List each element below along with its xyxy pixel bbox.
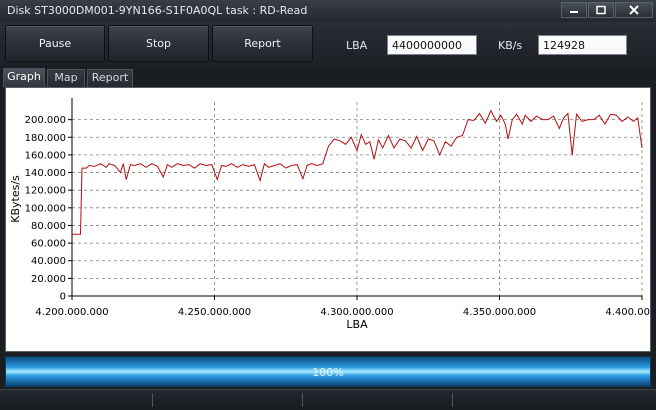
x-tick-label: 4.250.000.000 xyxy=(178,307,251,318)
y-tick-label: 160.000 xyxy=(25,150,66,161)
status-separator xyxy=(302,393,303,407)
progress-bar: 100% xyxy=(5,356,651,387)
tab-map[interactable]: Map xyxy=(47,69,85,87)
y-tick-label: 120.000 xyxy=(25,186,66,197)
graph-panel: 0 20.000 40.000 60.000 80.000 100.000 120.000 1… xyxy=(5,87,651,352)
lba-field[interactable] xyxy=(387,35,477,55)
x-tick-label: 4.350.000.000 xyxy=(463,307,536,318)
y-axis-label: KBytes/s xyxy=(9,175,22,223)
close-icon[interactable] xyxy=(615,2,653,18)
stop-button[interactable]: Stop xyxy=(108,25,209,62)
report-button[interactable]: Report xyxy=(212,25,313,62)
x-tick-label: 4.200.000.000 xyxy=(35,307,108,318)
tab-graph[interactable]: Graph xyxy=(3,68,45,87)
kbs-field[interactable] xyxy=(538,35,627,55)
y-tick-label: 200.000 xyxy=(25,115,66,126)
tab-report[interactable]: Report xyxy=(87,69,133,87)
toolbar: Pause Stop Report LBA KB/s xyxy=(0,22,656,67)
y-tick-label: 20.000 xyxy=(31,274,66,285)
tab-strip: Graph Map Report xyxy=(0,68,656,87)
pause-button[interactable]: Pause xyxy=(5,25,105,62)
kbs-label: KB/s xyxy=(498,39,523,52)
title-bar: Disk ST3000DM001-9YN166-S1F0A0QL task : … xyxy=(0,0,656,23)
y-tick-label: 80.000 xyxy=(31,221,66,232)
status-separator xyxy=(152,393,153,407)
lba-label: LBA xyxy=(346,39,368,52)
x-tick-label: 4.300.000.000 xyxy=(320,307,393,318)
y-tick-label: 40.000 xyxy=(31,256,66,267)
progress-label: 100% xyxy=(312,366,344,379)
y-tick-label: 60.000 xyxy=(31,239,66,250)
maximize-icon[interactable] xyxy=(588,2,614,18)
y-tick-label: 180.000 xyxy=(25,133,66,144)
y-tick-label: 140.000 xyxy=(25,168,66,179)
x-tick-label: 4.400.000.000 xyxy=(605,307,650,318)
minimize-icon[interactable] xyxy=(561,2,587,18)
throughput-chart: 0 20.000 40.000 60.000 80.000 100.000 120.000 1… xyxy=(9,98,650,331)
y-tick-label: 100.000 xyxy=(25,203,66,214)
status-bar xyxy=(0,389,656,410)
y-tick-label: 0 xyxy=(60,292,66,303)
window-controls xyxy=(560,2,653,18)
window-title: Disk ST3000DM001-9YN166-S1F0A0QL task : … xyxy=(7,4,308,17)
status-separator xyxy=(452,393,453,407)
x-axis-label: LBA xyxy=(346,318,368,331)
